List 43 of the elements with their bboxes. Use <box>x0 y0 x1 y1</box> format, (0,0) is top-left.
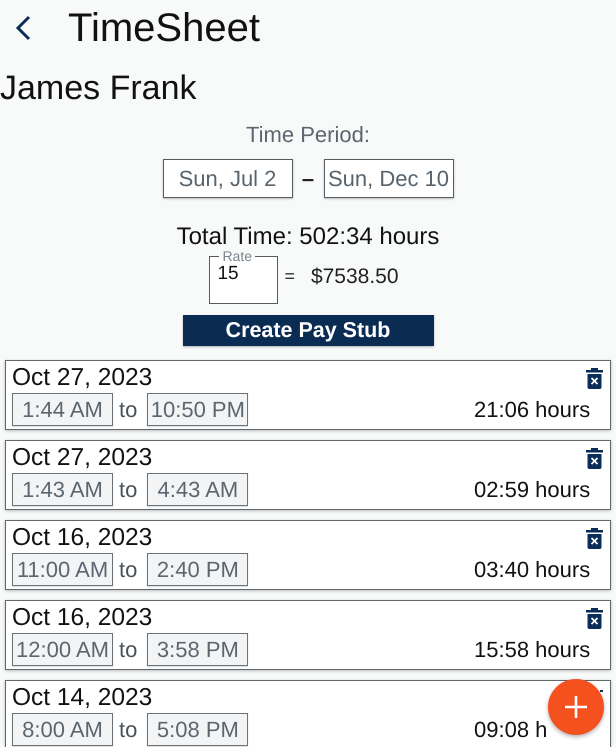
date-separator: – <box>300 166 316 192</box>
equals-sign: = <box>284 266 295 287</box>
create-pay-stub-button[interactable]: Create Pay Stub <box>182 315 434 346</box>
entry-duration: 15:58 hours <box>474 636 590 662</box>
to-label: to <box>119 716 138 742</box>
start-time-field[interactable]: 1:44 AM <box>12 393 113 426</box>
trash-icon[interactable] <box>586 368 603 388</box>
end-time-field[interactable]: 2:40 PM <box>147 553 248 586</box>
to-label: to <box>119 476 138 502</box>
rate-field[interactable]: Rate 15 <box>209 249 278 304</box>
pay-amount: $7538.50 <box>310 264 399 288</box>
trash-icon[interactable] <box>586 448 603 468</box>
entry-date: Oct 27, 2023 <box>12 364 152 392</box>
entry-date: Oct 27, 2023 <box>12 444 152 472</box>
end-date-field[interactable]: Sun, Dec 10 <box>324 159 454 198</box>
chevron-left-icon <box>14 14 32 42</box>
employee-name: James Frank <box>0 69 196 107</box>
to-label: to <box>119 396 138 422</box>
entry-date: Oct 16, 2023 <box>12 524 152 552</box>
trash-icon[interactable] <box>586 608 603 628</box>
trash-icon[interactable] <box>586 528 603 548</box>
back-button[interactable] <box>14 14 32 42</box>
entry-duration: 03:40 hours <box>474 556 590 582</box>
end-time-field[interactable]: 4:43 AM <box>147 473 248 506</box>
end-time-field[interactable]: 3:58 PM <box>147 633 248 666</box>
entry-duration: 02:59 hours <box>474 476 590 502</box>
page-title: TimeSheet <box>68 4 260 50</box>
period-label: Time Period: <box>246 121 370 149</box>
to-label: to <box>119 556 138 582</box>
start-time-field[interactable]: 1:43 AM <box>12 473 113 506</box>
start-time-field[interactable]: 11:00 AM <box>12 553 113 586</box>
entry-duration: 09:08 h <box>474 716 548 742</box>
total-time: Total Time: 502:34 hours <box>176 223 440 251</box>
entry-duration: 21:06 hours <box>474 396 590 422</box>
entry-date: Oct 14, 2023 <box>12 684 152 712</box>
plus-icon <box>565 696 587 718</box>
entry-date: Oct 16, 2023 <box>12 604 152 632</box>
start-date-field[interactable]: Sun, Jul 2 <box>162 159 292 198</box>
end-time-field[interactable]: 10:50 PM <box>147 393 248 426</box>
start-time-field[interactable]: 12:00 AM <box>12 633 113 666</box>
end-time-field[interactable]: 5:08 PM <box>147 713 248 746</box>
to-label: to <box>119 636 138 662</box>
start-time-field[interactable]: 8:00 AM <box>12 713 113 746</box>
